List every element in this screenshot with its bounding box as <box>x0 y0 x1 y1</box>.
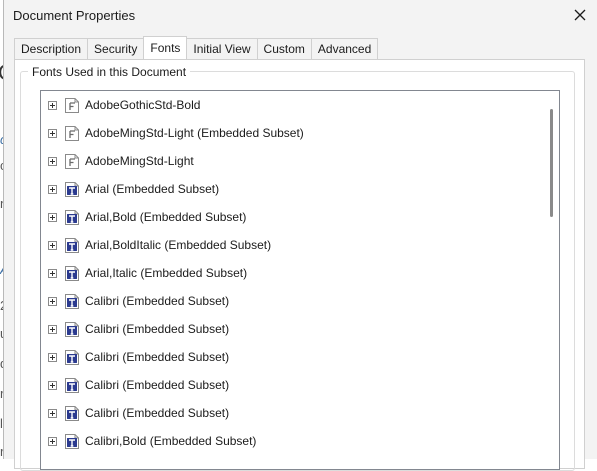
font-name-label: AdobeMingStd-Light <box>85 154 194 168</box>
font-name-label: Calibri (Embedded Subset) <box>85 406 230 420</box>
font-name-label: Arial,BoldItalic (Embedded Subset) <box>85 238 272 252</box>
title-bar: Document Properties <box>4 0 597 32</box>
expand-plus-icon[interactable] <box>48 241 57 250</box>
type1-font-icon <box>65 98 79 113</box>
tab-fonts[interactable]: Fonts <box>143 36 188 59</box>
truetype-font-icon <box>65 266 79 281</box>
type1-font-icon <box>65 154 79 169</box>
font-name-label: Calibri (Embedded Subset) <box>85 350 230 364</box>
scrollbar-thumb[interactable] <box>550 109 553 217</box>
truetype-font-icon <box>65 378 79 393</box>
expand-plus-icon[interactable] <box>48 353 57 362</box>
expand-plus-icon[interactable] <box>48 185 57 194</box>
tab-advanced[interactable]: Advanced <box>310 38 379 59</box>
expand-plus-icon[interactable] <box>48 129 57 138</box>
truetype-font-icon <box>65 182 79 197</box>
expand-plus-icon[interactable] <box>48 101 57 110</box>
fonts-tree[interactable]: AdobeGothicStd-Bold AdobeMingStd-Light (E… <box>40 90 560 470</box>
truetype-font-icon <box>65 434 79 449</box>
tab-strip: Description Security Fonts Initial View … <box>14 36 379 59</box>
vertical-scrollbar[interactable] <box>543 91 559 469</box>
expand-plus-icon[interactable] <box>48 297 57 306</box>
font-tree-item[interactable]: Arial,Bold (Embedded Subset) <box>41 203 543 231</box>
expand-plus-icon[interactable] <box>48 213 57 222</box>
font-name-label: Calibri (Embedded Subset) <box>85 322 230 336</box>
font-tree-item[interactable]: Calibri (Embedded Subset) <box>41 315 543 343</box>
font-tree-item[interactable]: Calibri (Embedded Subset) <box>41 371 543 399</box>
type1-font-icon <box>65 126 79 141</box>
truetype-font-icon <box>65 406 79 421</box>
tab-initial-view[interactable]: Initial View <box>186 38 258 59</box>
font-tree-item[interactable]: AdobeGothicStd-Bold <box>41 91 543 119</box>
font-name-label: Calibri (Embedded Subset) <box>85 294 230 308</box>
font-name-label: Arial,Italic (Embedded Subset) <box>85 266 248 280</box>
font-name-label: AdobeMingStd-Light (Embedded Subset) <box>85 126 304 140</box>
truetype-font-icon <box>65 350 79 365</box>
expand-plus-icon[interactable] <box>48 325 57 334</box>
expand-plus-icon[interactable] <box>48 409 57 418</box>
font-tree-item[interactable]: Calibri (Embedded Subset) <box>41 343 543 371</box>
font-tree-item[interactable]: Calibri (Embedded Subset) <box>41 399 543 427</box>
truetype-font-icon <box>65 238 79 253</box>
fonts-group-label: Fonts Used in this Document <box>28 65 191 79</box>
close-button[interactable] <box>563 0 597 30</box>
font-tree-item[interactable]: Arial (Embedded Subset) <box>41 175 543 203</box>
font-tree-item[interactable]: Calibri,Bold (Embedded Subset) <box>41 427 543 455</box>
tab-custom[interactable]: Custom <box>256 38 312 59</box>
font-name-label: Arial (Embedded Subset) <box>85 182 220 196</box>
font-name-label: Arial,Bold (Embedded Subset) <box>85 210 247 224</box>
truetype-font-icon <box>65 294 79 309</box>
truetype-font-icon <box>65 210 79 225</box>
tab-description[interactable]: Description <box>14 38 89 59</box>
dialog-title: Document Properties <box>13 8 136 23</box>
fonts-tree-list: AdobeGothicStd-Bold AdobeMingStd-Light (E… <box>41 91 543 455</box>
truetype-font-icon <box>65 322 79 337</box>
font-name-label: Calibri (Embedded Subset) <box>85 378 230 392</box>
expand-plus-icon[interactable] <box>48 157 57 166</box>
expand-plus-icon[interactable] <box>48 437 57 446</box>
font-tree-item[interactable]: Arial,BoldItalic (Embedded Subset) <box>41 231 543 259</box>
font-name-label: AdobeGothicStd-Bold <box>85 98 201 112</box>
font-tree-item[interactable]: AdobeMingStd-Light (Embedded Subset) <box>41 119 543 147</box>
close-icon <box>574 9 586 21</box>
expand-plus-icon[interactable] <box>48 269 57 278</box>
tab-security[interactable]: Security <box>87 38 145 59</box>
font-name-label: Calibri,Bold (Embedded Subset) <box>85 434 257 448</box>
font-tree-item[interactable]: Arial,Italic (Embedded Subset) <box>41 259 543 287</box>
expand-plus-icon[interactable] <box>48 381 57 390</box>
font-tree-item[interactable]: AdobeMingStd-Light <box>41 147 543 175</box>
font-tree-item[interactable]: Calibri (Embedded Subset) <box>41 287 543 315</box>
